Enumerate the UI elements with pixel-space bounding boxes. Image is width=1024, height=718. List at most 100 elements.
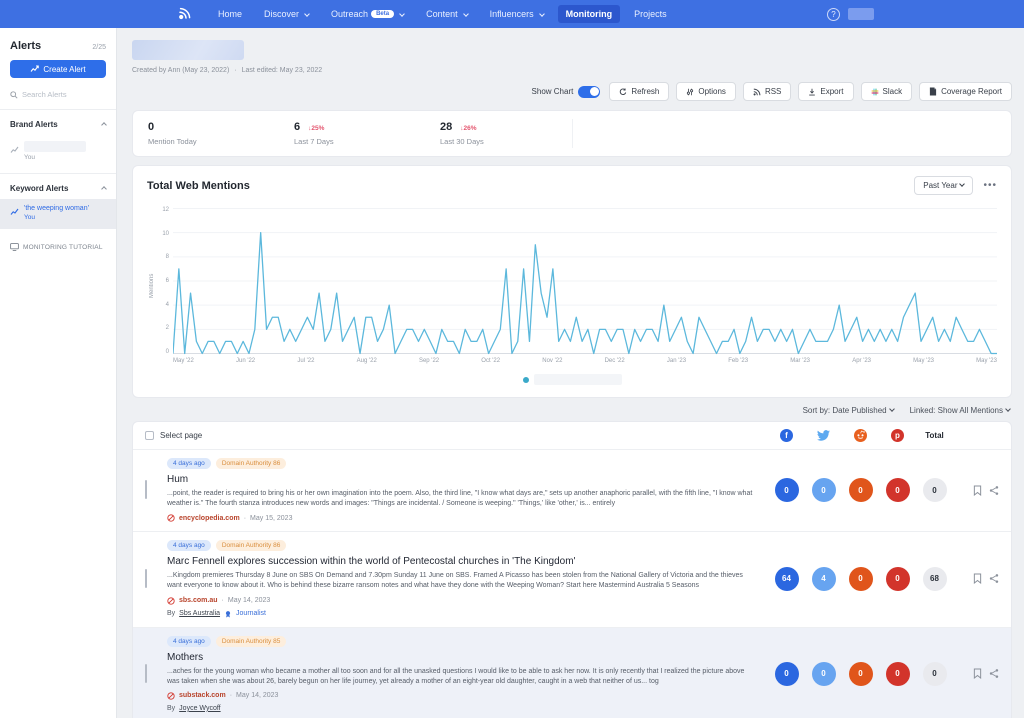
sidebar-item-brand-alert[interactable]: You [0, 135, 116, 169]
tv-icon [10, 243, 19, 251]
user-account-redacted[interactable] [848, 8, 874, 20]
nav-label: Discover [264, 9, 299, 19]
author-link[interactable]: Joyce Wycoff [179, 705, 220, 712]
nav-item-content[interactable]: Content [418, 5, 476, 23]
stat-delta-down: ↓26% [460, 125, 476, 132]
beta-badge: Beta [371, 10, 394, 18]
show-chart-toggle[interactable] [578, 86, 600, 98]
create-alert-label: Create Alert [43, 65, 85, 74]
twitter-count[interactable]: 0 [812, 662, 836, 686]
legend-label-redacted [534, 374, 622, 385]
reddit-count[interactable]: 0 [849, 567, 873, 591]
journalist-badge-label[interactable]: Journalist [236, 610, 266, 617]
mention-row: 4 days ago Domain Authority 86 Marc Fenn… [133, 531, 1011, 626]
options-button[interactable]: Options [676, 82, 736, 101]
facebook-count[interactable]: 64 [775, 567, 799, 591]
mention-domain-link[interactable]: encyclopedia.com [179, 515, 240, 522]
brand-alerts-label: Brand Alerts [10, 120, 58, 129]
refresh-button[interactable]: Refresh [609, 82, 669, 101]
chart-x-tick: Jun '22 [236, 358, 255, 364]
stat-mention-today: 0 Mention Today [148, 121, 294, 146]
rss-button[interactable]: RSS [743, 82, 791, 101]
nav-item-monitoring[interactable]: Monitoring [558, 5, 621, 23]
monitoring-tutorial-link[interactable]: MONITORING TUTORIAL [0, 243, 116, 251]
nav-item-influencers[interactable]: Influencers [482, 5, 552, 23]
sidebar-item-keyword-alert-selected[interactable]: 'the weeping woman' You [0, 199, 116, 229]
twitter-count[interactable]: 4 [812, 567, 836, 591]
chevron-up-icon [101, 186, 107, 192]
slack-button[interactable]: Slack [861, 82, 913, 101]
twitter-count[interactable]: 0 [812, 478, 836, 502]
keyword-alerts-section-header[interactable]: Keyword Alerts [0, 174, 116, 199]
blocked-icon [167, 597, 175, 605]
row-checkbox[interactable] [145, 664, 147, 683]
reddit-count[interactable]: 0 [849, 478, 873, 502]
pinterest-count[interactable]: 0 [886, 662, 910, 686]
search-alerts-input[interactable] [22, 90, 102, 99]
mention-domain-link[interactable]: sbs.com.au [179, 597, 218, 604]
bookmark-icon[interactable] [973, 668, 982, 679]
trend-line-icon [30, 65, 39, 73]
date-range-dropdown[interactable]: Past Year [914, 176, 973, 195]
stat-delta-value: 25% [311, 125, 324, 132]
nav-item-discover[interactable]: Discover [256, 5, 317, 23]
reddit-count[interactable]: 0 [849, 662, 873, 686]
mentions-chart-svg[interactable] [173, 207, 997, 355]
mention-title-link[interactable]: Hum [167, 474, 758, 485]
facebook-count[interactable]: 0 [775, 478, 799, 502]
sort-bar: Sort by: Date Published Linked: Show All… [132, 406, 1012, 415]
pinterest-count[interactable]: 0 [886, 567, 910, 591]
rss-label: RSS [765, 87, 781, 96]
mention-date: May 14, 2023 [236, 692, 278, 699]
search-icon [10, 91, 18, 99]
total-count: 0 [923, 662, 947, 686]
share-icon[interactable] [989, 485, 999, 496]
chart-x-tick: Aug '22 [357, 358, 377, 364]
row-checkbox[interactable] [145, 480, 147, 499]
chart-legend [147, 374, 997, 385]
share-icon[interactable] [989, 573, 999, 584]
date-range-value: Past Year [923, 181, 957, 190]
app-logo-icon[interactable] [176, 6, 192, 22]
mention-domain-link[interactable]: substack.com [179, 692, 226, 699]
nav-item-projects[interactable]: Projects [626, 5, 675, 23]
meta-separator: · [230, 692, 232, 699]
domain-authority-badge: Domain Authority 86 [216, 458, 287, 469]
create-alert-button[interactable]: Create Alert [10, 60, 106, 78]
mention-snippet: ...aches for the young woman who became … [167, 667, 758, 687]
options-label: Options [698, 87, 726, 96]
nav-item-home[interactable]: Home [210, 5, 250, 23]
mention-title-link[interactable]: Marc Fennell explores succession within … [167, 556, 758, 567]
linked-filter-dropdown[interactable]: Linked: Show All Mentions [910, 406, 1010, 415]
bookmark-icon[interactable] [973, 485, 982, 496]
select-page-checkbox[interactable] [145, 431, 154, 440]
bookmark-icon[interactable] [973, 573, 982, 584]
app-window: Home Discover OutreachBeta Content Influ… [0, 0, 1024, 718]
byline-prefix: By [167, 610, 175, 617]
help-icon[interactable]: ? [827, 8, 840, 21]
twitter-icon [817, 430, 830, 441]
export-button[interactable]: Export [798, 82, 853, 101]
mention-date: May 15, 2023 [250, 515, 292, 522]
coverage-report-button[interactable]: Coverage Report [919, 82, 1012, 101]
facebook-count[interactable]: 0 [775, 662, 799, 686]
nav-label: Content [426, 9, 458, 19]
alert-owner: You [24, 154, 86, 161]
list-header-row: Select page f p Total [133, 422, 1011, 449]
row-checkbox[interactable] [145, 569, 147, 588]
mention-title-link[interactable]: Mothers [167, 652, 758, 663]
pinterest-count[interactable]: 0 [886, 478, 910, 502]
author-link[interactable]: Sbs Australia [179, 610, 220, 617]
coverage-report-label: Coverage Report [941, 87, 1002, 96]
share-icon[interactable] [989, 668, 999, 679]
chart-x-tick: Jul '22 [297, 358, 314, 364]
trend-line-icon [10, 207, 19, 216]
brand-alerts-section-header[interactable]: Brand Alerts [0, 110, 116, 135]
alerts-count: 2/25 [92, 44, 106, 51]
refresh-label: Refresh [631, 87, 659, 96]
chart-menu-button[interactable]: ••• [983, 180, 997, 191]
chart-x-tick: May '22 [173, 358, 194, 364]
nav-item-outreach[interactable]: OutreachBeta [323, 5, 412, 23]
toolbar: Show Chart Refresh Options RSS Export [132, 82, 1012, 101]
sort-by-dropdown[interactable]: Sort by: Date Published [803, 406, 894, 415]
